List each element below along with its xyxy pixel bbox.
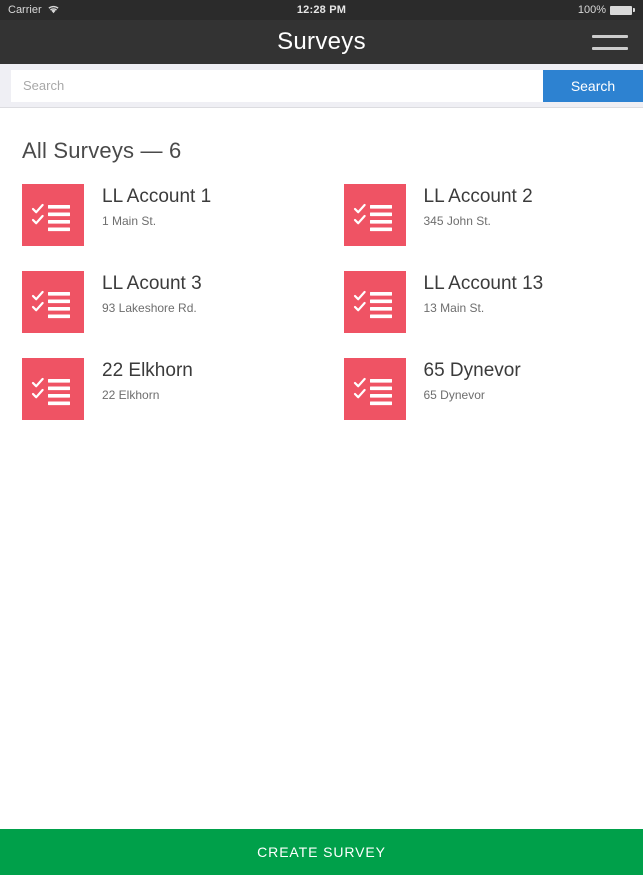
survey-item-name: 22 Elkhorn [102, 359, 193, 383]
section-title: All Surveys — 6 [0, 108, 643, 164]
search-bar: Search [0, 64, 643, 108]
hamburger-menu-icon[interactable] [587, 25, 633, 59]
menu-bar-top [592, 35, 628, 38]
survey-item-text: LL Account 1313 Main St. [406, 271, 544, 318]
checklist-icon [22, 358, 84, 420]
battery-percent-label: 100% [578, 4, 606, 16]
survey-list-item[interactable]: 22 Elkhorn22 Elkhorn [0, 358, 322, 445]
survey-item-address: 65 Dynevor [424, 383, 521, 405]
page-title: Surveys [277, 28, 366, 56]
survey-item-address: 1 Main St. [102, 209, 211, 231]
survey-item-address: 13 Main St. [424, 296, 544, 318]
survey-item-name: LL Account 13 [424, 272, 544, 296]
checklist-icon [22, 184, 84, 246]
status-bar-time: 12:28 PM [0, 4, 643, 16]
survey-item-name: LL Account 2 [424, 185, 533, 209]
survey-list-item[interactable]: 65 Dynevor65 Dynevor [322, 358, 643, 445]
checklist-icon [344, 358, 406, 420]
survey-list-item[interactable]: LL Account 11 Main St. [0, 184, 322, 271]
survey-list-item[interactable]: LL Account 1313 Main St. [322, 271, 643, 358]
search-input[interactable] [11, 70, 543, 102]
checklist-icon [22, 271, 84, 333]
survey-item-text: LL Account 2345 John St. [406, 184, 533, 231]
main-content: All Surveys — 6 LL Account 11 Main St.LL… [0, 108, 643, 875]
survey-item-address: 345 John St. [424, 209, 533, 231]
search-button[interactable]: Search [543, 70, 643, 102]
status-bar-right: 100% [578, 4, 635, 16]
survey-item-text: LL Acount 393 Lakeshore Rd. [84, 271, 202, 318]
checklist-icon [344, 271, 406, 333]
survey-list: LL Account 11 Main St. LL Account 2345 Jo… [0, 164, 643, 445]
survey-item-text: 22 Elkhorn22 Elkhorn [84, 358, 193, 405]
menu-bar-bottom [592, 47, 628, 50]
survey-item-text: 65 Dynevor65 Dynevor [406, 358, 521, 405]
create-survey-button[interactable]: CREATE SURVEY [0, 829, 643, 875]
survey-item-address: 22 Elkhorn [102, 383, 193, 405]
survey-list-item[interactable]: LL Acount 393 Lakeshore Rd. [0, 271, 322, 358]
survey-item-text: LL Account 11 Main St. [84, 184, 211, 231]
survey-item-name: LL Account 1 [102, 185, 211, 209]
survey-item-name: 65 Dynevor [424, 359, 521, 383]
survey-list-item[interactable]: LL Account 2345 John St. [322, 184, 643, 271]
status-bar: Carrier 12:28 PM 100% [0, 0, 643, 20]
survey-item-name: LL Acount 3 [102, 272, 202, 296]
battery-full-icon [610, 6, 635, 15]
nav-header: Surveys [0, 20, 643, 64]
checklist-icon [344, 184, 406, 246]
survey-item-address: 93 Lakeshore Rd. [102, 296, 202, 318]
